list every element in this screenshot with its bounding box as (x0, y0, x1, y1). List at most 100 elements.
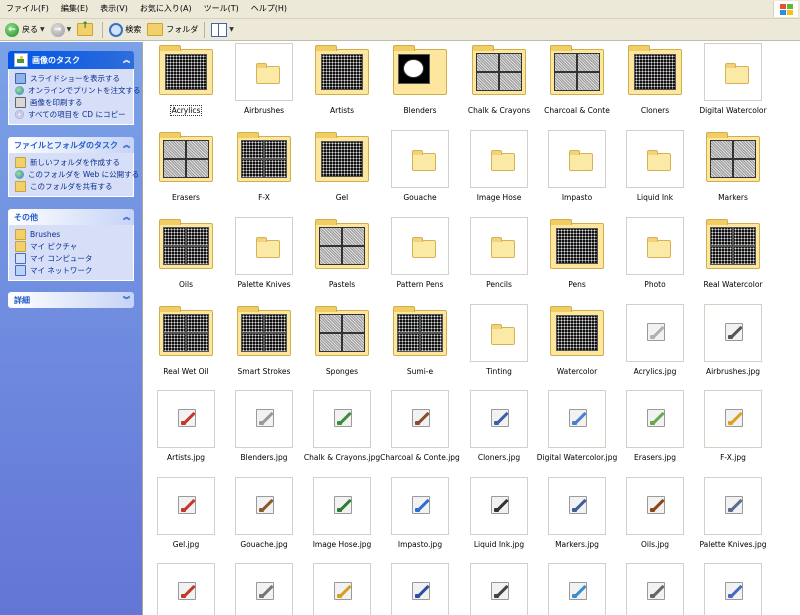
collapse-icon[interactable]: ︽ (123, 212, 130, 222)
file-name-label: Impasto.jpg (397, 540, 443, 549)
toolbar: ← 戻る ▼ → ▼ ↑ 検索 フォルダ ▼ (0, 19, 800, 41)
computer-icon (15, 252, 26, 264)
views-button[interactable]: ▼ (208, 20, 237, 40)
task-new-folder[interactable]: 新しいフォルダを作成する (15, 156, 129, 168)
folder-icon (159, 45, 213, 95)
search-button[interactable]: 検索 (106, 20, 144, 40)
forward-button[interactable]: → ▼ (48, 20, 75, 40)
thumbnail-frame (235, 43, 293, 101)
thumbnail-frame (704, 304, 762, 362)
task-label: すべての項目を CD にコピー (28, 109, 126, 119)
expand-icon[interactable]: ︾ (123, 295, 130, 305)
folder-icon (550, 45, 604, 95)
collapse-icon[interactable]: ︽ (123, 140, 130, 150)
file-name-label: Sumi-e (406, 367, 434, 376)
place-brushes[interactable]: Brushes (15, 228, 129, 240)
thumbnail-frame (313, 390, 371, 448)
folder-icon (315, 306, 369, 356)
menu-item[interactable]: 編集(E) (55, 0, 94, 18)
brush-image-icon (725, 409, 743, 427)
thumbnail-frame (548, 563, 606, 615)
place-label: マイ ネットワーク (30, 265, 93, 275)
menu-item[interactable]: お気に入り(A) (134, 0, 198, 18)
thumbnail-frame (548, 390, 606, 448)
file-name-label: Image Hose (476, 193, 522, 202)
file-name-label: Watercolor (556, 367, 598, 376)
windows-logo-icon (773, 1, 798, 17)
file-name-label: Artists.jpg (167, 453, 205, 462)
thumbnail-frame (235, 390, 293, 448)
folders-label: フォルダ (166, 25, 199, 34)
task-label: オンラインでプリントを注文する (28, 85, 141, 95)
details-header[interactable]: 詳細 ︾ (8, 292, 134, 308)
task-copy-cd[interactable]: すべての項目を CD にコピー (15, 108, 129, 120)
chevron-down-icon[interactable]: ▼ (229, 26, 234, 33)
file-name-label: Oils.jpg (641, 540, 669, 549)
picture-tasks-title: 画像のタスク (32, 55, 80, 65)
folder-icon (491, 150, 515, 171)
file-tasks-header[interactable]: ファイルとフォルダのタスク ︽ (8, 137, 134, 153)
file-name-label: Gouache (403, 193, 437, 202)
folder-icon (550, 306, 604, 356)
menu-item[interactable]: 表示(V) (94, 0, 134, 18)
back-button[interactable]: ← 戻る ▼ (2, 20, 48, 40)
chevron-down-icon[interactable]: ▼ (40, 26, 45, 33)
folder-icon (725, 63, 749, 84)
thumbnail-frame (626, 563, 684, 615)
menu-item[interactable]: ヘルプ(H) (245, 0, 293, 18)
file-name-label: Digital Watercolor.jpg (536, 453, 618, 462)
task-slideshow[interactable]: スライドショーを表示する (15, 72, 129, 84)
file-name-label: Erasers (172, 193, 200, 202)
file-name-label: Pattern Pens (396, 280, 444, 289)
up-folder-button[interactable]: ↑ (74, 20, 99, 40)
folder-icon (628, 45, 682, 95)
place-label: マイ コンピュータ (30, 253, 93, 263)
task-share-folder[interactable]: このフォルダを共有する (15, 180, 129, 192)
menu-bar: ファイル(F) 編集(E) 表示(V) お気に入り(A) ツール(T) ヘルプ(H) (0, 0, 800, 19)
file-name-label: Gel.jpg (172, 540, 200, 549)
brush-image-icon (647, 496, 665, 514)
task-order-prints[interactable]: オンラインでプリントを注文する (15, 84, 141, 96)
collapse-icon[interactable]: ︽ (123, 55, 130, 65)
brush-image-icon (256, 496, 274, 514)
up-folder-icon: ↑ (77, 21, 94, 36)
file-name-label: F-X (258, 193, 270, 202)
menu-item[interactable]: ツール(T) (198, 0, 245, 18)
place-my-pictures[interactable]: マイ ピクチャ (15, 240, 129, 252)
chevron-down-icon[interactable]: ▼ (67, 26, 72, 33)
brush-image-icon (178, 409, 196, 427)
my-pictures-icon (15, 240, 26, 252)
folder-icon (393, 306, 447, 356)
menu-item[interactable]: ファイル(F) (0, 0, 55, 18)
back-label: 戻る (22, 25, 38, 34)
task-pane: 画像のタスク ︽ スライドショーを表示する オンラインでプリントを注文する 画像… (0, 42, 142, 615)
task-publish-web[interactable]: このフォルダを Web に公開する (15, 168, 139, 180)
thumbnail-frame (548, 477, 606, 535)
search-icon (109, 22, 124, 37)
picture-tasks-icon (14, 53, 28, 67)
thumbnail-frame (626, 130, 684, 188)
brush-image-icon (256, 409, 274, 427)
toolbar-separator (102, 21, 104, 38)
folders-button[interactable]: フォルダ (144, 20, 201, 40)
thumbnail-frame (470, 477, 528, 535)
file-name-label: Pencils (486, 280, 512, 289)
place-my-network[interactable]: マイ ネットワーク (15, 264, 129, 276)
brush-image-icon (569, 582, 587, 600)
folder-icon (412, 150, 436, 171)
place-my-computer[interactable]: マイ コンピュータ (15, 252, 129, 264)
task-print[interactable]: 画像を印刷する (15, 96, 129, 108)
file-name-label: Tinting (486, 367, 512, 376)
file-name-label: Digital Watercolor (699, 106, 767, 115)
picture-tasks-header[interactable]: 画像のタスク ︽ (8, 51, 134, 69)
thumbnail-frame (626, 390, 684, 448)
folder-icon (256, 237, 280, 258)
folder-icon (491, 237, 515, 258)
other-places-title: その他 (14, 212, 38, 222)
thumbnail-frame (470, 217, 528, 275)
picture-tasks-panel: 画像のタスク ︽ スライドショーを表示する オンラインでプリントを注文する 画像… (8, 51, 141, 125)
file-name-label: Airbrushes (243, 106, 285, 115)
views-icon (211, 22, 228, 37)
brush-image-icon (725, 323, 743, 341)
other-places-header[interactable]: その他 ︽ (8, 209, 134, 225)
